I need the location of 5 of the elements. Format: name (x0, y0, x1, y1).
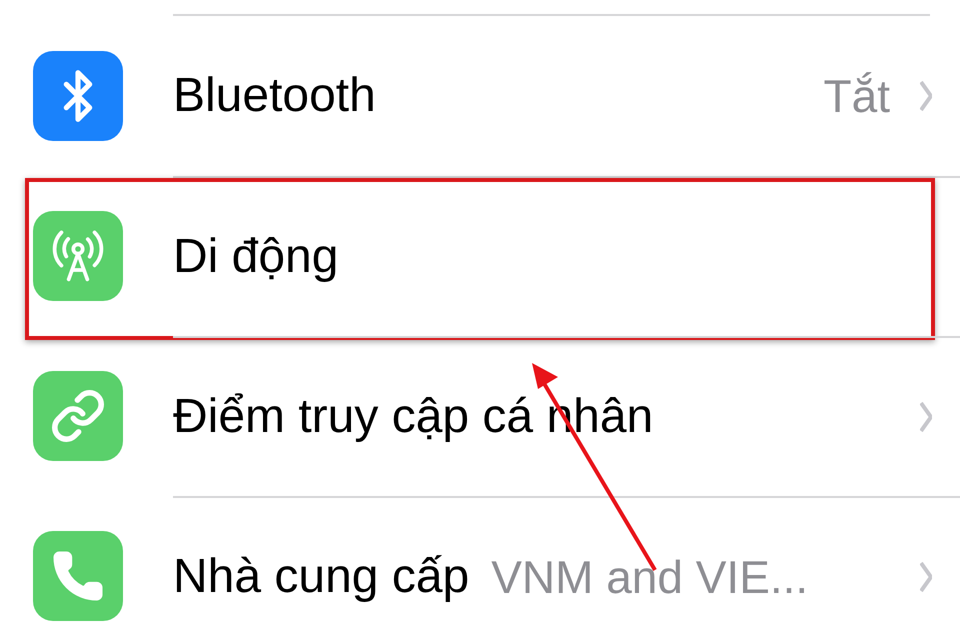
row-label: Bluetooth (173, 72, 376, 120)
row-label: Nhà cung cấp (173, 553, 470, 601)
row-status: Tắt (824, 73, 890, 119)
row-value: VNM and VIE... (491, 554, 808, 600)
row-label: Di động (173, 233, 338, 281)
